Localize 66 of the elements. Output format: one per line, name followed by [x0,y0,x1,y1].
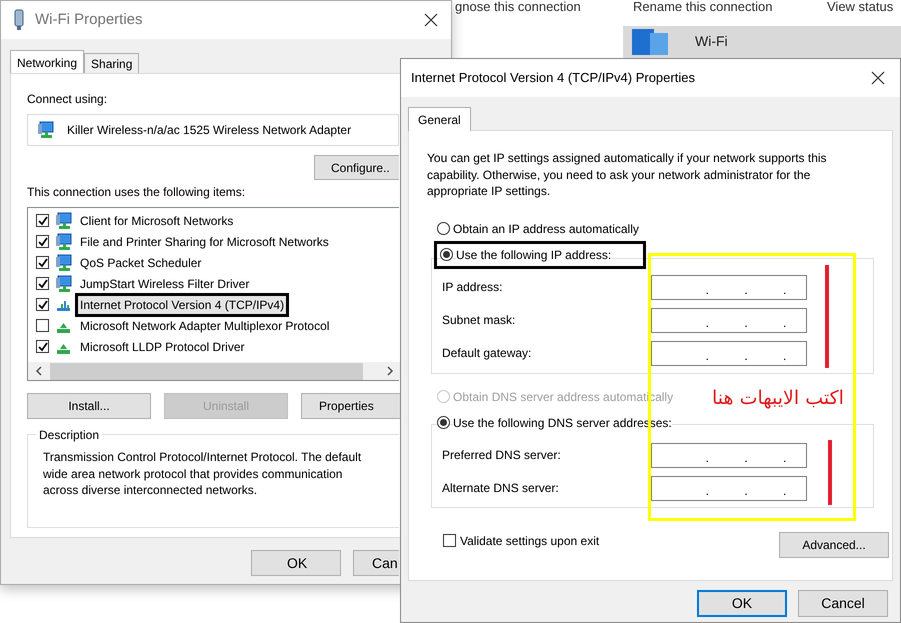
network-protocol-icon [57,322,70,332]
network-client-icon [55,232,72,250]
advanced-button[interactable]: Advanced... [779,532,889,558]
dialog-button[interactable]: Cancel [798,590,888,617]
network-client-icon [55,212,72,230]
field-label: IP address: [441,279,504,296]
close-icon [424,13,438,27]
checkbox[interactable] [36,256,49,269]
adapter-icon [13,9,25,31]
ip-address-field[interactable]: . . . [651,442,807,468]
network-protocol-icon [57,344,70,354]
connection-item[interactable]: Wi-Fi [623,26,901,60]
toolbar-link[interactable]: gnose this connection [455,0,581,13]
network-client-icon [55,254,72,272]
scrollbar-thumb[interactable] [50,362,363,380]
field-label: Connect using: [27,91,108,108]
checkbox[interactable] [443,534,456,547]
list-item[interactable]: QoS Packet Scheduler [78,254,204,272]
list-item[interactable]: Client for Microsoft Networks [78,212,236,230]
toolbar-link[interactable]: View status [827,0,894,13]
radio-button[interactable] [437,416,450,429]
radio-button[interactable] [440,248,453,261]
connection-name: Wi-Fi [695,32,728,51]
dialog-button[interactable]: OK [697,590,787,617]
list-item[interactable]: Microsoft Network Adapter Multiplexor Protocol [78,316,332,334]
list-item[interactable]: Microsoft LLDP Protocol Driver [78,338,246,356]
field-label: Alternate DNS server: [441,480,560,497]
checkbox[interactable] [36,319,49,332]
ip-address-field[interactable]: . . . [651,308,807,332]
window-title: Wi-Fi Properties [35,10,143,30]
network-client-icon [55,274,72,292]
radio-button[interactable] [437,222,450,235]
intro-text: You can get IP settings assigned automatically if your network supports this capability. Otherwise, you need to ask your network administrator for the appropriate IP settings. [427,150,828,200]
annotation-text: اكتب الايبهات هنا [712,386,844,411]
action-button[interactable]: Install... [27,393,151,419]
checkbox[interactable] [36,277,49,290]
dialog-title: Internet Protocol Version 4 (TCP/IPv4) Properties [411,69,695,88]
action-button[interactable]: Properties [301,393,400,419]
scroll-left-icon [34,366,44,376]
checkbox[interactable] [36,214,49,227]
tab[interactable]: Sharing [84,53,140,73]
field-label: This connection uses the following items: [27,184,246,201]
description-text: Transmission Control Protocol/Internet Protocol. The default wide area network protocol that provides communication across diverse interconnected networks. [43,449,362,498]
field-label: Default gateway: [441,345,532,362]
adapter-name: Killer Wireless-n/a/ac 1525 Wireless Network Adapter [67,122,352,139]
checkbox[interactable] [36,235,49,248]
checkbox-label[interactable]: Validate settings upon exit [460,532,600,550]
tab[interactable]: General [408,107,471,131]
close-icon [871,71,885,85]
checkbox[interactable] [36,298,49,311]
checkbox[interactable] [36,340,49,353]
ip-address-field[interactable]: . . . [651,476,807,500]
toolbar-link[interactable]: Rename this connection [633,0,772,13]
ip-address-field[interactable]: . . . [651,274,807,300]
list-item[interactable]: Internet Protocol Version 4 (TCP/IPv4) [78,296,286,314]
dialog-button[interactable]: OK [251,550,341,576]
tab[interactable]: Networking [10,50,84,74]
field-label: Preferred DNS server: [441,447,562,464]
list-item[interactable]: File and Printer Sharing for Microsoft Networks [78,232,331,250]
configure-button[interactable]: Configure.. [314,155,399,180]
horizontal-scrollbar[interactable] [28,362,400,380]
field-label: Subnet mask: [441,312,516,329]
ip-address-field[interactable]: . . . [651,340,807,366]
dialog-button[interactable]: Can [353,550,399,576]
scroll-right-icon [385,366,395,376]
list-item[interactable]: JumpStart Wireless Filter Driver [78,274,252,292]
